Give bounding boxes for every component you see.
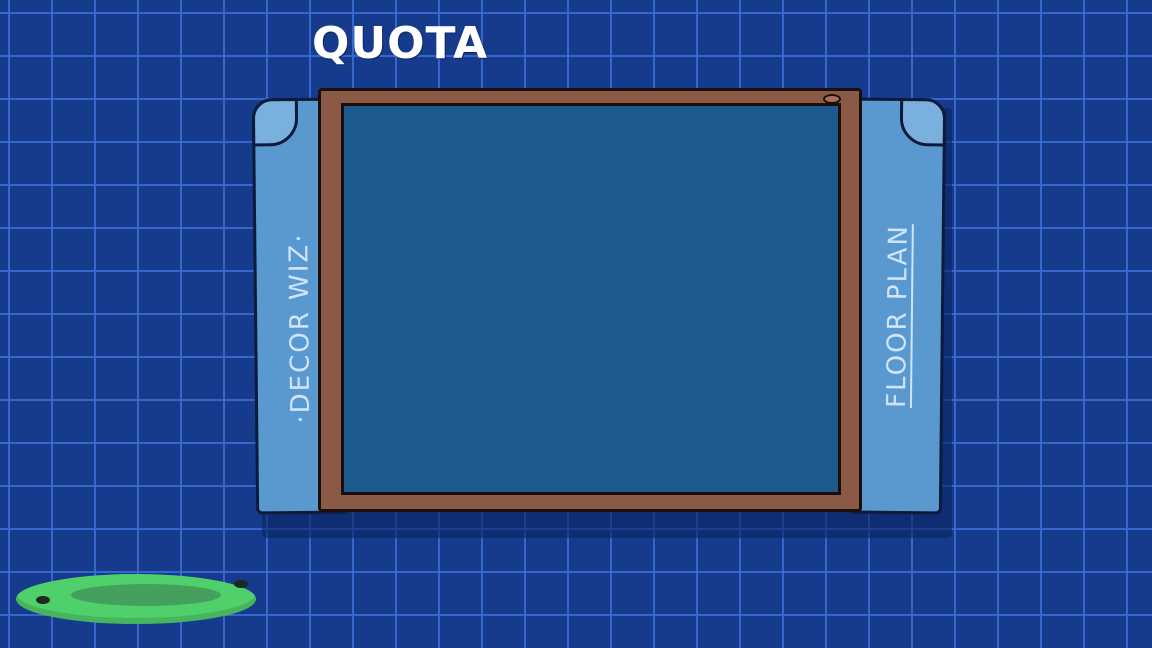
page-fold-corner <box>899 98 947 147</box>
main-board[interactable] <box>341 103 841 495</box>
puddle-rock-icon <box>36 596 50 604</box>
wooden-frame <box>318 88 862 512</box>
quota-title: QUOTA <box>312 18 489 69</box>
page-fold-corner <box>251 98 299 147</box>
slime-puddle[interactable] <box>16 574 256 624</box>
puddle-rock-icon <box>234 580 248 588</box>
floor-plan-tab[interactable]: FLOOR PLAN <box>849 97 947 515</box>
decor-wiz-label: ·DECOR WIZ· <box>284 232 317 424</box>
floor-plan-label: FLOOR PLAN <box>881 223 914 409</box>
puddle-shadow <box>71 584 221 606</box>
